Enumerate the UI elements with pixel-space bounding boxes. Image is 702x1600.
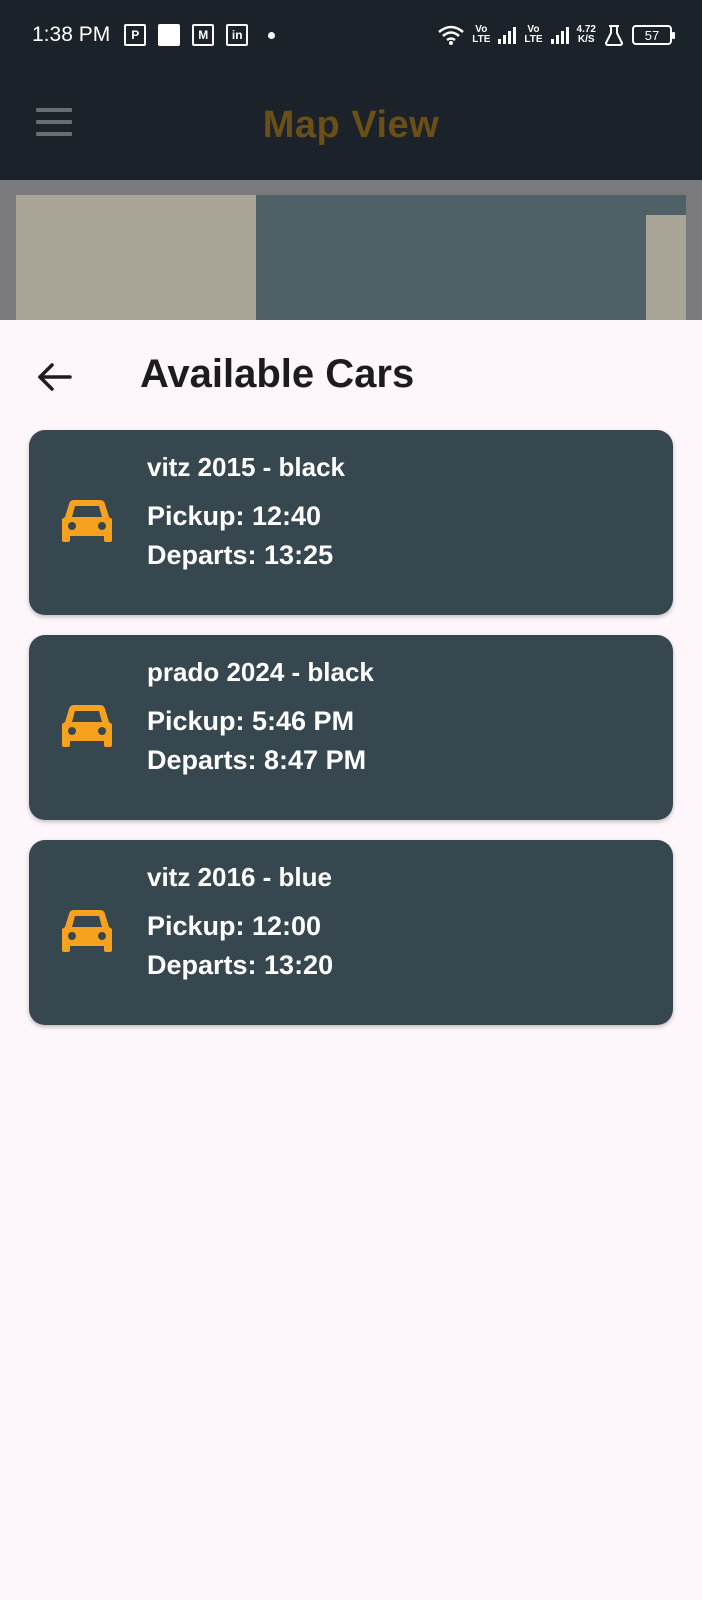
map-land-area-right [646, 215, 686, 320]
signal-2-icon [550, 26, 569, 44]
car-icon [62, 500, 112, 542]
car-icon [62, 705, 112, 747]
status-icons-left: P M in [124, 24, 276, 46]
status-bar: 1:38 PM P M in Vo LTE Vo LTE 4.72 K/S 57 [0, 0, 702, 70]
wifi-icon [438, 25, 465, 45]
car-list: vitz 2015 - black Pickup: 12:40 Departs:… [29, 430, 673, 1045]
volte-1-icon: Vo LTE [472, 25, 490, 45]
car-departs: Departs: 8:47 PM [147, 745, 367, 775]
flask-icon [604, 25, 624, 46]
sheet-title: Available Cars [140, 352, 415, 396]
car-card[interactable]: vitz 2016 - blue Pickup: 12:00 Departs: … [29, 840, 673, 1025]
arrow-back-icon [38, 363, 72, 391]
volte-2-icon: Vo LTE [524, 25, 542, 45]
car-departs: Departs: 13:25 [147, 540, 334, 570]
car-name: vitz 2016 - blue [147, 862, 332, 892]
linkedin-icon: in [226, 24, 249, 46]
gmail-icon: M [192, 24, 215, 46]
battery-icon: 57 [632, 25, 675, 45]
available-cars-sheet: Available Cars vitz 2015 - black Pickup:… [0, 320, 702, 1600]
more-notifications-dot-icon [268, 31, 276, 39]
car-info: vitz 2016 - blue Pickup: 12:00 Departs: … [147, 862, 333, 985]
car-pickup: Pickup: 12:00 [147, 911, 322, 941]
car-pickup: Pickup: 12:40 [147, 501, 322, 531]
map-view[interactable] [0, 180, 702, 320]
volte-1-bottom: LTE [472, 34, 491, 45]
app-bar: Map View [0, 70, 702, 180]
car-info: prado 2024 - black Pickup: 5:46 PM Depar… [147, 657, 374, 780]
battery-level: 57 [644, 27, 660, 43]
signal-1-icon [498, 26, 517, 44]
sheet-header: Available Cars [0, 320, 702, 430]
network-speed: 4.72 K/S [577, 25, 596, 45]
map-canvas[interactable] [16, 195, 686, 320]
menu-icon[interactable] [36, 108, 72, 136]
car-info: vitz 2015 - black Pickup: 12:40 Departs:… [147, 452, 345, 575]
car-name: prado 2024 - black [147, 657, 374, 687]
notification-square-icon [158, 24, 181, 46]
car-pickup: Pickup: 5:46 PM [147, 706, 355, 736]
notification-app-icon: P [124, 24, 147, 46]
volte-2-bottom: LTE [524, 34, 543, 45]
car-name: vitz 2015 - black [147, 452, 345, 482]
status-time: 1:38 PM [32, 23, 111, 46]
car-departs: Departs: 13:20 [147, 950, 334, 980]
map-land-area [16, 195, 256, 320]
car-icon [62, 910, 112, 952]
network-speed-unit: K/S [577, 34, 595, 45]
app-title: Map View [262, 103, 440, 146]
status-icons-right: Vo LTE Vo LTE 4.72 K/S 57 [438, 24, 675, 46]
top-area: 1:38 PM P M in Vo LTE Vo LTE 4.72 K/S 57… [0, 0, 702, 180]
car-card[interactable]: prado 2024 - black Pickup: 5:46 PM Depar… [29, 635, 673, 820]
car-card[interactable]: vitz 2015 - black Pickup: 12:40 Departs:… [29, 430, 673, 615]
back-button[interactable] [34, 355, 78, 399]
